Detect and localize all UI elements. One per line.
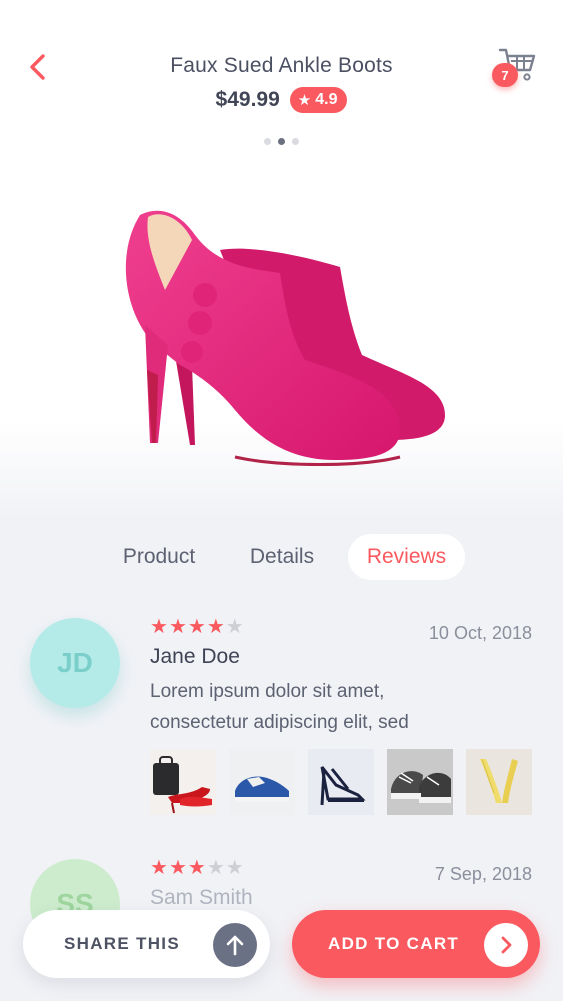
review-text-line: Lorem ipsum dolor sit amet,: [150, 681, 385, 702]
review-text-line: consectetur adipiscing elit, sed: [150, 712, 409, 733]
cart-count-badge: 7: [492, 63, 518, 87]
carousel-dot-active[interactable]: [278, 138, 285, 145]
carousel-dot[interactable]: [264, 138, 271, 145]
star-rating: ★ ★ ★ ★ ★: [150, 858, 244, 878]
tab-bar: Product Details Reviews: [0, 534, 563, 580]
review-date: 10 Oct, 2018: [428, 623, 532, 643]
star-filled-icon: ★: [168, 857, 187, 879]
star-filled-icon: ★: [168, 616, 187, 638]
arrow-up-icon: [213, 923, 257, 967]
review-text: Lorem ipsum dolor sit amet, consectetur …: [150, 676, 450, 738]
rating-badge: ★ 4.9: [289, 87, 348, 113]
carousel-indicator: [0, 138, 563, 145]
star-filled-icon: ★: [150, 616, 168, 638]
tab-product[interactable]: Product: [105, 534, 213, 580]
share-button[interactable]: SHARE THIS: [23, 910, 270, 978]
star-empty-icon: ★: [206, 857, 225, 879]
review-photo-strappy-sandal[interactable]: [308, 749, 374, 815]
star-filled-icon: ★: [187, 616, 206, 638]
reviewer-name: Sam Smith: [150, 886, 253, 909]
avatar-initials: JD: [57, 647, 93, 678]
tab-details[interactable]: Details: [234, 534, 330, 580]
header: Faux Sued Ankle Boots $49.99 ★ 4.9 7: [0, 0, 563, 120]
review-photo-blue-sneakers[interactable]: [229, 749, 295, 815]
add-to-cart-label: ADD TO CART: [328, 934, 460, 953]
reviewer-name: Jane Doe: [150, 645, 240, 668]
product-price: $49.99: [215, 88, 280, 111]
add-to-cart-button[interactable]: ADD TO CART: [292, 910, 540, 978]
star-empty-icon: ★: [225, 857, 244, 879]
star-icon: ★: [297, 92, 312, 109]
tab-reviews[interactable]: Reviews: [348, 534, 465, 580]
star-filled-icon: ★: [206, 616, 225, 638]
price-row: $49.99 ★ 4.9: [0, 87, 563, 113]
rating-value: 4.9: [315, 91, 338, 108]
product-image: [100, 195, 460, 475]
ankle-boots-image: [125, 210, 445, 466]
chevron-right-icon: [484, 923, 528, 967]
avatar: JD: [30, 618, 120, 708]
review-photo-yellow-pumps[interactable]: [466, 749, 532, 815]
carousel-dot[interactable]: [292, 138, 299, 145]
star-empty-icon: ★: [225, 616, 244, 638]
share-button-label: SHARE THIS: [64, 934, 180, 953]
product-title: Faux Sued Ankle Boots: [170, 54, 393, 77]
review-date: 7 Sep, 2018: [434, 864, 532, 884]
star-filled-icon: ★: [150, 857, 168, 879]
review-item: JD ★ ★ ★ ★ ★ 10 Oct, 2018 Jane Doe Lorem…: [0, 615, 563, 825]
review-photos: [150, 749, 532, 815]
star-filled-icon: ★: [187, 857, 206, 879]
review-photo-converse[interactable]: [387, 749, 453, 815]
review-photo-red-heels[interactable]: [150, 749, 216, 815]
star-rating: ★ ★ ★ ★ ★: [150, 617, 244, 637]
